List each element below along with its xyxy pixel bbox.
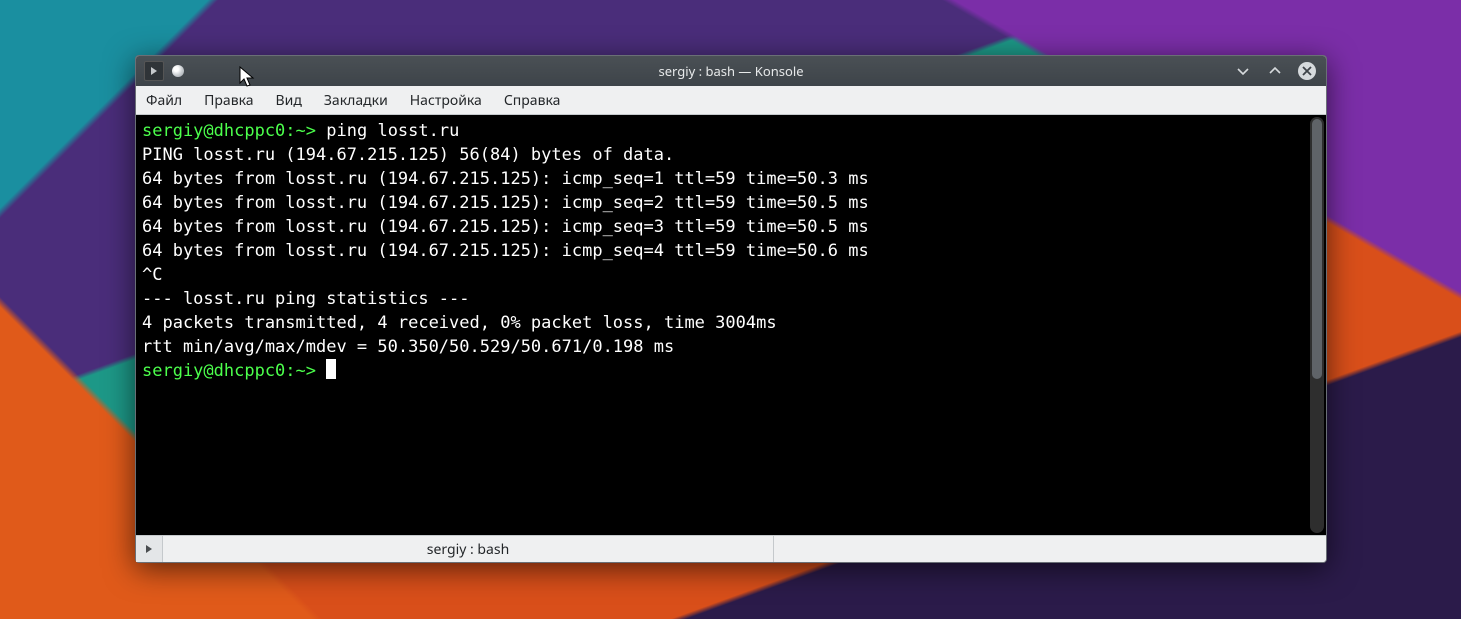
menu-bookmarks[interactable]: Закладки — [322, 89, 390, 112]
terminal-output[interactable]: sergiy@dhcppc0:~> ping losst.ru PING los… — [136, 115, 1310, 535]
desktop-background: sergiy : bash — Konsole Файл Правка Вид … — [0, 0, 1461, 619]
app-menu-icon[interactable] — [144, 61, 164, 81]
output-line: rtt min/avg/max/mdev = 50.350/50.529/50.… — [142, 337, 674, 357]
menu-view[interactable]: Вид — [274, 89, 304, 112]
output-line: ^C — [142, 265, 162, 285]
minimize-button[interactable] — [1234, 62, 1252, 80]
close-button[interactable] — [1298, 62, 1316, 80]
output-line: PING losst.ru (194.67.215.125) 56(84) by… — [142, 145, 674, 165]
menu-settings[interactable]: Настройка — [408, 89, 484, 112]
output-line: --- losst.ru ping statistics --- — [142, 289, 470, 309]
new-tab-button[interactable] — [136, 536, 163, 562]
prompt-user: sergiy@dhcppc0 — [142, 121, 285, 141]
tab-label: sergiy : bash — [427, 540, 509, 559]
tab-active[interactable]: sergiy : bash — [163, 536, 774, 562]
menu-edit[interactable]: Правка — [202, 89, 255, 112]
output-line: 64 bytes from losst.ru (194.67.215.125):… — [142, 217, 869, 237]
maximize-button[interactable] — [1266, 62, 1284, 80]
window-titlebar[interactable]: sergiy : bash — Konsole — [136, 56, 1326, 86]
output-line: 4 packets transmitted, 4 received, 0% pa… — [142, 313, 777, 333]
konsole-window: sergiy : bash — Konsole Файл Правка Вид … — [135, 55, 1327, 563]
prompt-path: ~ — [296, 361, 306, 381]
command-text: ping losst.ru — [316, 121, 459, 141]
terminal-scrollbar[interactable] — [1310, 117, 1324, 533]
prompt-user: sergiy@dhcppc0 — [142, 361, 285, 381]
scroll-thumb[interactable] — [1312, 119, 1322, 379]
window-title: sergiy : bash — Konsole — [136, 62, 1326, 80]
menubar: Файл Правка Вид Закладки Настройка Справ… — [136, 86, 1326, 115]
output-line: 64 bytes from losst.ru (194.67.215.125):… — [142, 169, 869, 189]
output-line: 64 bytes from losst.ru (194.67.215.125):… — [142, 241, 869, 261]
output-line: 64 bytes from losst.ru (194.67.215.125):… — [142, 193, 869, 213]
menu-help[interactable]: Справка — [502, 89, 563, 112]
pin-icon[interactable] — [172, 65, 184, 77]
prompt-path: ~ — [296, 121, 306, 141]
terminal-area[interactable]: sergiy@dhcppc0:~> ping losst.ru PING los… — [136, 115, 1326, 535]
text-cursor — [326, 359, 336, 379]
tabbar: sergiy : bash — [136, 535, 1326, 562]
menu-file[interactable]: Файл — [144, 89, 184, 112]
